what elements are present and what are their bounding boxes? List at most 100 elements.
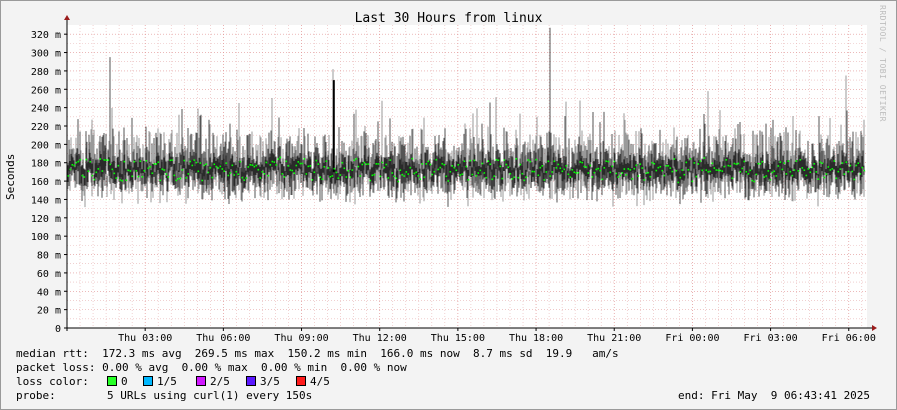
median-rtt-point (261, 170, 264, 173)
median-rtt-point (819, 161, 822, 164)
median-rtt-point (741, 167, 744, 170)
median-rtt-point (215, 165, 218, 168)
median-rtt-point (765, 175, 768, 177)
median-rtt-point (553, 160, 556, 163)
median-rtt-point (643, 179, 646, 181)
median-rtt-point (333, 167, 336, 170)
median-rtt-point (627, 168, 630, 170)
median-rtt-point (725, 159, 728, 161)
median-rtt-point (437, 168, 440, 171)
median-rtt-point (91, 174, 94, 177)
median-rtt-point (81, 174, 84, 177)
median-rtt-point (313, 171, 316, 174)
median-rtt-point (761, 160, 764, 163)
median-rtt-point (427, 160, 430, 163)
median-rtt-point (703, 157, 706, 159)
median-rtt-point (507, 166, 510, 169)
median-rtt-point (289, 169, 292, 171)
median-rtt-point (527, 159, 530, 161)
median-rtt-point (663, 174, 666, 177)
median-rtt-point (365, 163, 368, 166)
median-rtt-point (321, 178, 324, 181)
median-rtt-point (343, 167, 346, 170)
median-rtt-point (295, 164, 298, 167)
median-rtt-point (405, 171, 408, 173)
median-rtt-point (245, 177, 248, 179)
median-rtt-point (201, 179, 204, 182)
median-rtt-point (743, 160, 746, 163)
median-rtt-point (611, 165, 614, 168)
y-tick-label: 140 m (31, 195, 61, 206)
median-rtt-point (499, 165, 502, 168)
loss-color-text-3: 3/5 (260, 375, 280, 388)
median-rtt-point (695, 175, 698, 178)
median-rtt-point (831, 168, 834, 170)
median-rtt-point (675, 169, 678, 172)
median-rtt-point (413, 172, 416, 175)
median-rtt-point (575, 172, 578, 174)
median-rtt-point (517, 176, 520, 179)
median-rtt-point (861, 166, 864, 169)
median-rtt-point (779, 161, 782, 163)
median-rtt-point (127, 169, 130, 172)
median-rtt-point (421, 163, 424, 165)
median-rtt-point (567, 173, 570, 176)
median-rtt-point (397, 180, 400, 183)
median-rtt-point (677, 181, 680, 184)
median-rtt-point (77, 160, 80, 163)
median-rtt-point (679, 176, 682, 179)
median-rtt-point (383, 166, 386, 169)
median-rtt-point (227, 174, 230, 177)
median-rtt-point (377, 163, 380, 165)
median-rtt-point (713, 167, 716, 169)
median-rtt-point (565, 164, 568, 167)
median-rtt-point (639, 163, 642, 165)
median-rtt-point (113, 172, 116, 175)
median-rtt-point (851, 170, 854, 173)
median-rtt-point (309, 165, 312, 167)
median-rtt-point (285, 160, 288, 163)
median-rtt-point (739, 170, 742, 173)
y-tick-label: 240 m (31, 104, 61, 115)
median-rtt-point (579, 161, 582, 163)
median-rtt-point (521, 172, 524, 175)
median-rtt-point (423, 176, 426, 179)
median-rtt-point (717, 169, 720, 172)
median-rtt-point (299, 162, 302, 165)
y-tick-label: 20 m (37, 306, 61, 317)
median-rtt-point (267, 174, 270, 177)
median-rtt-point (769, 178, 772, 181)
median-rtt-point (505, 163, 508, 166)
median-rtt-point (477, 172, 480, 174)
y-tick-label: 100 m (31, 232, 61, 243)
loss-color-text-2: 2/5 (210, 375, 230, 388)
median-rtt-point (511, 178, 514, 180)
probe-description: 5 URLs using curl(1) every 150s (107, 389, 313, 402)
median-rtt-point (147, 167, 150, 170)
loss-color-item-0: 0 (107, 375, 128, 388)
median-rtt-point (257, 168, 260, 171)
median-rtt-point (125, 179, 128, 181)
x-axis-arrow (872, 325, 877, 331)
median-rtt-point (665, 165, 668, 167)
median-rtt-point (457, 163, 460, 166)
median-rtt-point (241, 176, 244, 179)
median-rtt-point (685, 161, 688, 164)
median-rtt-point (631, 178, 634, 180)
median-rtt-point (845, 161, 848, 163)
median-rtt-point (723, 165, 726, 168)
median-rtt-point (279, 156, 282, 159)
median-rtt-point (243, 179, 246, 181)
median-rtt-point (327, 167, 330, 169)
median-rtt-point (445, 175, 448, 178)
y-tick-label: 80 m (37, 251, 61, 262)
median-rtt-point (389, 159, 392, 161)
median-rtt-point (839, 168, 842, 170)
median-rtt-point (537, 174, 540, 177)
median-rtt-point (221, 168, 224, 170)
median-rtt-point (657, 166, 660, 169)
median-rtt-point (641, 167, 644, 169)
loss-swatch-0 (107, 376, 117, 386)
median-rtt-point (277, 158, 280, 160)
y-tick-label: 280 m (31, 67, 61, 78)
